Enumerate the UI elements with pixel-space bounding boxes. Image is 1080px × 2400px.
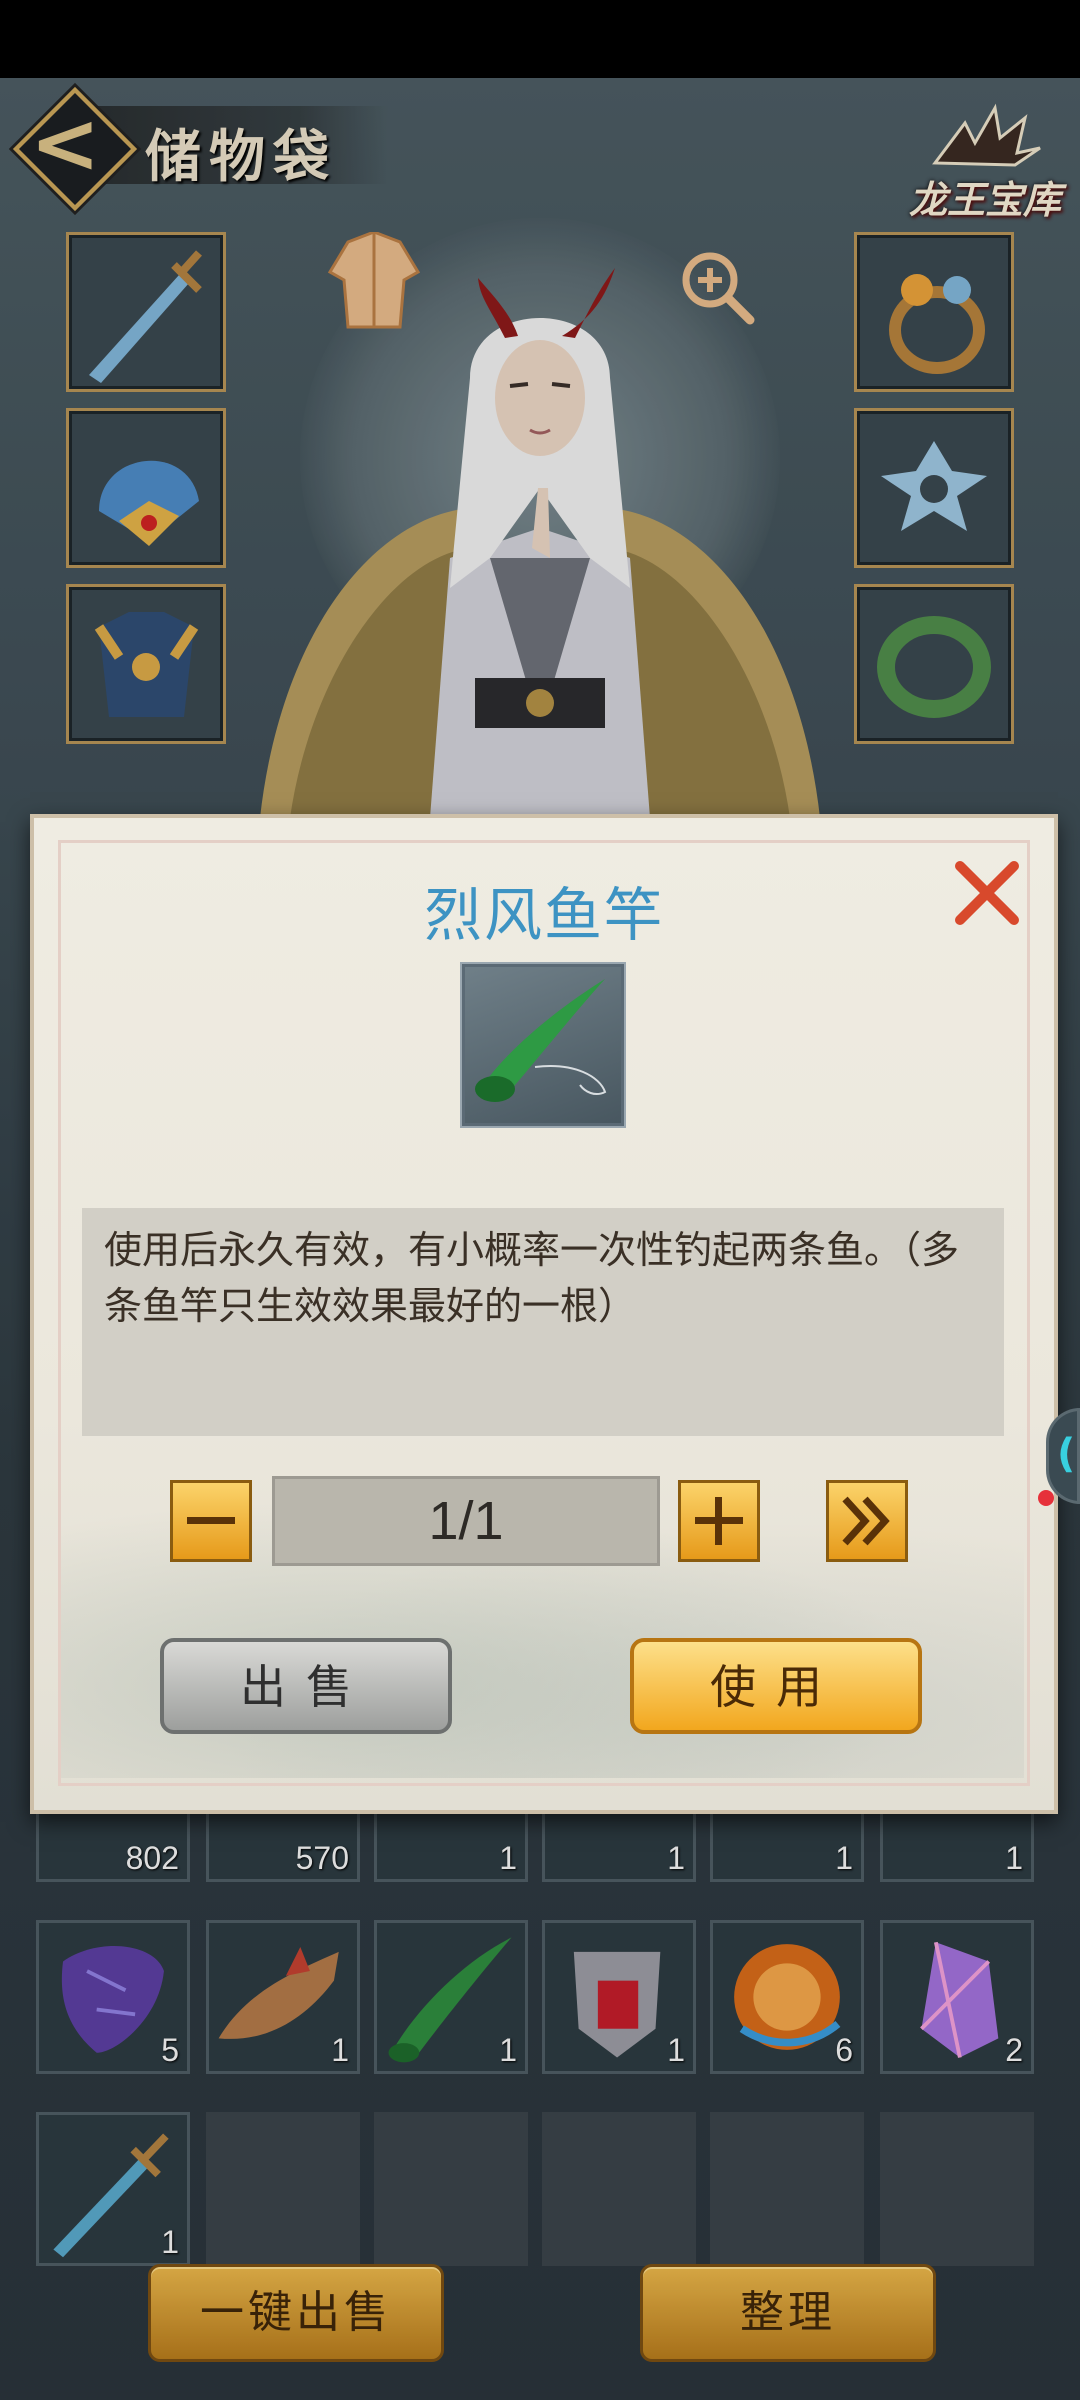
notification-dot	[1038, 1490, 1054, 1506]
plus-button[interactable]	[678, 1480, 760, 1562]
plus-icon	[695, 1497, 743, 1545]
use-button[interactable]: 使用	[630, 1638, 922, 1734]
double-chevron-icon	[842, 1496, 890, 1546]
item-dialog: 烈风鱼竿 使用后永久有效，有小概率一次性钓起两条鱼。（多条鱼竿只生效效果最好的一…	[30, 814, 1058, 1814]
minus-icon	[187, 1517, 235, 1524]
close-icon[interactable]	[952, 858, 1022, 928]
item-description-box: 使用后永久有效，有小概率一次性钓起两条鱼。（多条鱼竿只生效效果最好的一根）	[82, 1208, 1004, 1436]
game-screen: < 储物袋 龙王宝库 802 570 1 1 1 1 5 1 1 1 6 2 1…	[0, 78, 1080, 2400]
side-bracket-icon: (	[1057, 1431, 1076, 1477]
max-quantity-button[interactable]	[826, 1480, 908, 1562]
minus-button[interactable]	[170, 1480, 252, 1562]
sell-button[interactable]: 出售	[160, 1638, 452, 1734]
fishing-rod-icon	[475, 979, 607, 1102]
quantity-display: 1/1	[272, 1476, 660, 1566]
item-icon-frame	[462, 964, 624, 1126]
item-description: 使用后永久有效，有小概率一次性钓起两条鱼。（多条鱼竿只生效效果最好的一根）	[104, 1228, 960, 1328]
item-name: 烈风鱼竿	[423, 881, 664, 949]
status-bar	[0, 0, 1080, 78]
